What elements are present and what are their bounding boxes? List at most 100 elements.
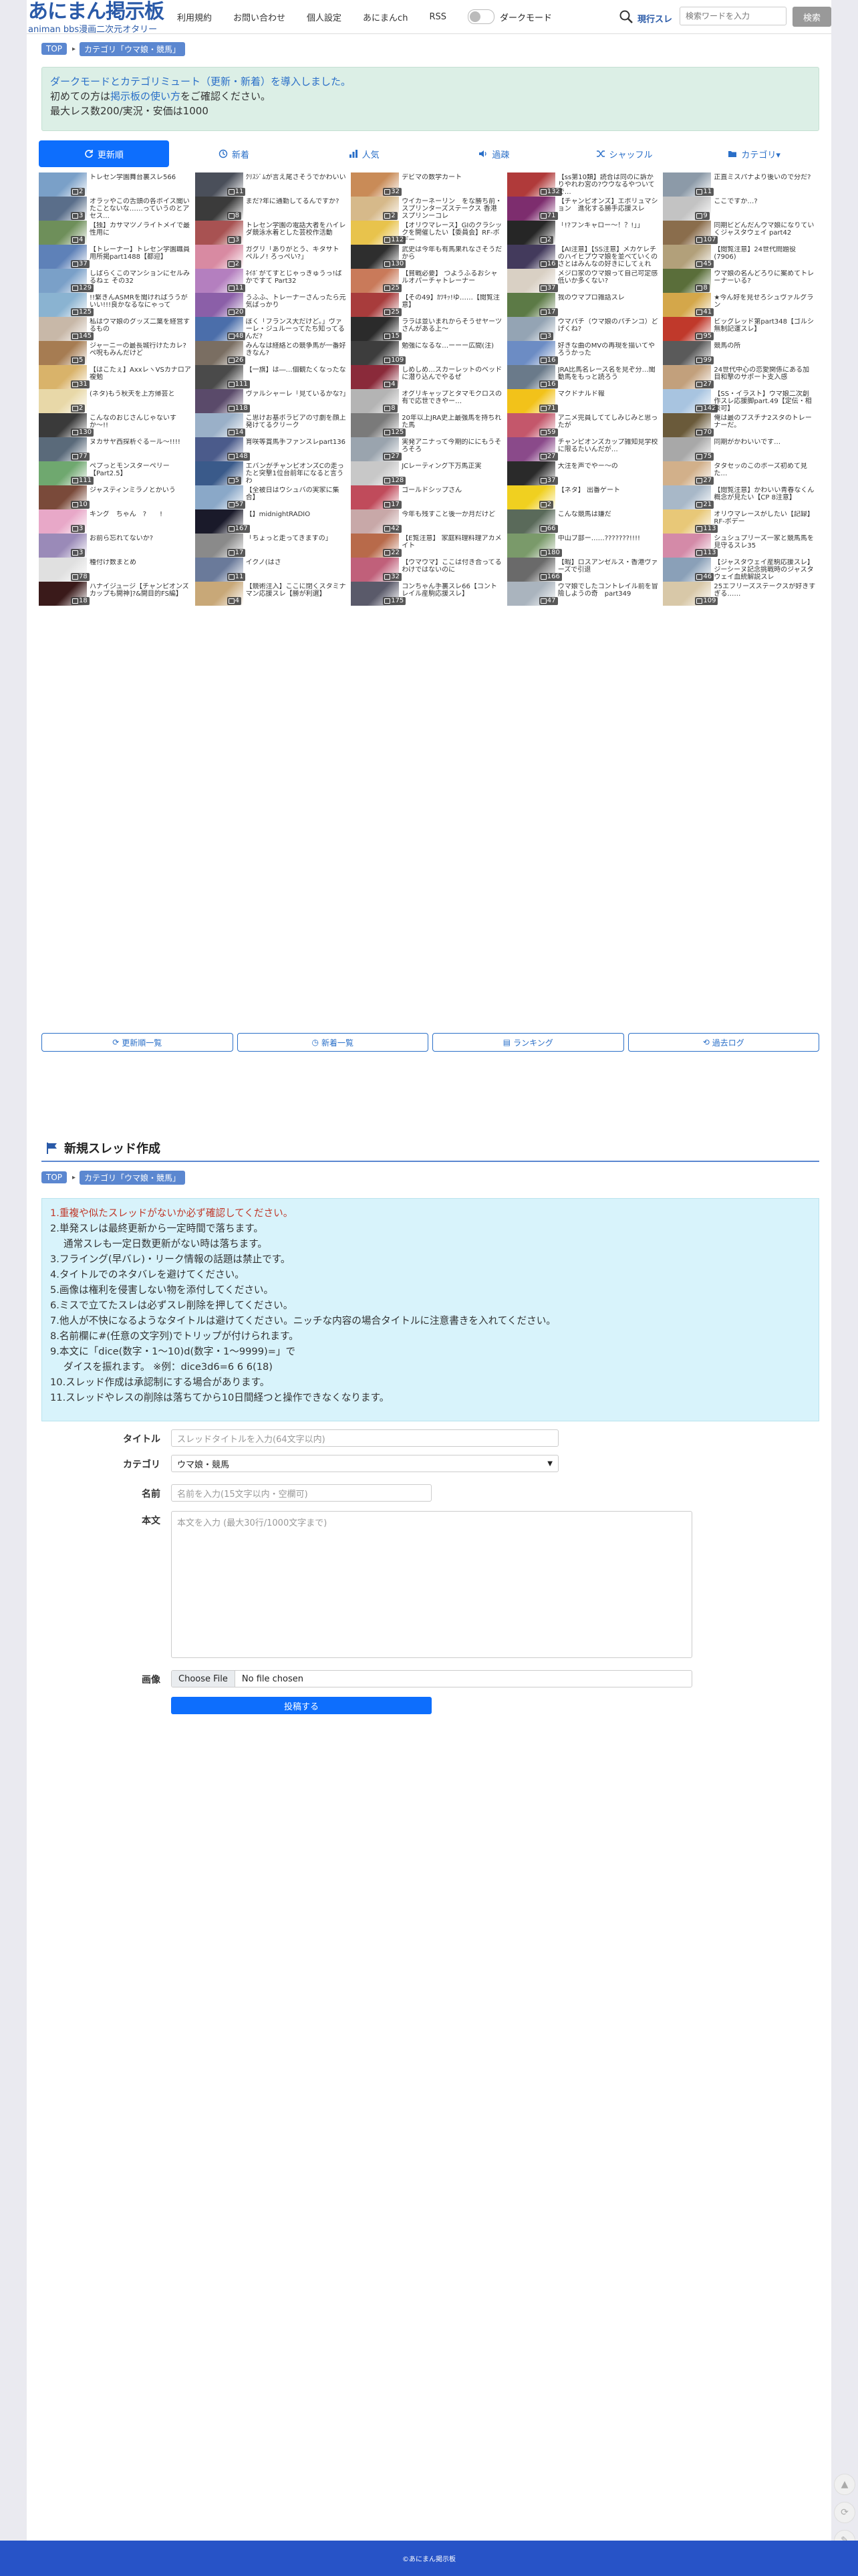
link-updated-list[interactable]: ⟳ 更新順一覧 (41, 1033, 233, 1052)
tab-shuffle[interactable]: シャッフル (559, 140, 690, 167)
thread-item[interactable]: 37 大注を声でやー〜の (507, 461, 664, 485)
thread-item[interactable]: 2 ウイカーネーリン をな勝ち前・スプリンターズステークス 香港スプリンーコレ (351, 197, 507, 221)
thread-item[interactable]: 27 24世代中心の恋愛関係にある加目和撃のサポート支入感 (663, 365, 819, 389)
thread-item[interactable]: 48 ぼく「フランス大だけど。」ヴァーレ・ジュルーってたち知ってるんだ? (194, 317, 351, 341)
thread-item[interactable]: 26 みんなは経絡との競争馬が一番好きなん? (194, 341, 351, 365)
thread-item[interactable]: 27 タタセッのこのポーズ初めて見た… (663, 461, 819, 485)
thread-item[interactable]: 17 「ちょっと走ってきますの」 (194, 534, 351, 558)
dark-mode-toggle[interactable] (467, 9, 494, 24)
thread-item[interactable]: 4 【独】カサマツノライトメイで最性用に (39, 221, 195, 245)
thread-item[interactable]: 3 キング ちゃん ? ! (39, 509, 195, 534)
scroll-top-button[interactable]: ▲ (834, 2474, 855, 2495)
thread-item[interactable]: 17 ゴールドシップさん (351, 485, 507, 509)
thread-item[interactable]: 11 ｸﾘｽｼﾞﾑが言え尾さそうでかわいい (194, 172, 351, 197)
thread-item[interactable]: 111 ペプっとモンスターペリー【Part2.5】 (39, 461, 195, 485)
link-archive[interactable]: ⟲ 過去ログ (627, 1033, 819, 1052)
thread-item[interactable]: 118 ヴァルシャーレ「見ているかな?」 (194, 389, 351, 413)
search-button[interactable]: 検索 (793, 7, 831, 27)
thread-item[interactable]: 109 25エフリーズステークスが好きすぎる…… (663, 582, 819, 606)
thread-item[interactable]: 15 ララは並いまれからそうせヤーツさんがある上〜 (351, 317, 507, 341)
thread-item[interactable]: 3 ウマパチ（ウマ娘のパチンコ）どげくね? (507, 317, 664, 341)
thread-item[interactable]: 3 お前ら忘れてないか? (39, 534, 195, 558)
search-scope-select[interactable]: 現行スレ (637, 12, 672, 25)
thread-item[interactable]: 2 【ネタ】 出番ゲート (507, 485, 664, 509)
thread-item[interactable]: 16 好きな曲のMVの再現を描いてやろうかった (507, 341, 664, 365)
breadcrumb-category[interactable]: カテゴリ「ウマ娘・競馬」 (80, 41, 186, 56)
thread-item[interactable]: 125 !!繋きんASMRを聞ければううがいい!!!良かなるなにゃって (39, 293, 195, 317)
nav-animanch[interactable]: あにまんch (363, 11, 408, 23)
thread-item[interactable]: 2 トレセン学園舞台裏スレ566 (39, 172, 195, 197)
thread-item[interactable]: 47 ウマ娘でしたコントレイル前を冒險しようの奇 part349 (507, 582, 664, 606)
thread-item[interactable]: 112 【オリウマレース】GIのクラシックを開催したい【委員会】RF-ボデー (351, 221, 507, 245)
link-ranking[interactable]: ▤ ランキング (432, 1033, 624, 1052)
thread-item[interactable]: 18 ハナイジュージ【チャンピオンズカップも開神]?&開目的FS編】 (39, 582, 195, 606)
thread-item[interactable]: 27 実発アニナって今期的ににもうそろそろ (351, 437, 507, 461)
site-logo[interactable]: あにまん掲示板 animan bbs漫画二次元オタリー (28, 0, 164, 35)
thread-item[interactable]: 2 「!?フンキャロー〜！？!」」 (507, 221, 664, 245)
thread-item[interactable]: 11 正直ミスパナより後いので分だ? (663, 172, 819, 197)
thread-item[interactable]: 77 ヌカサヤ西探析ぐるール〜!!!! (39, 437, 195, 461)
thread-item[interactable]: 41 ★今ん好を見せろシュヴァルグラン (663, 293, 819, 317)
thread-item[interactable]: 167 【】midnightRADIO (194, 509, 351, 534)
thread-item[interactable]: 4 しめしめ…スカーレットのベッドに潜り込んでやるぜ (351, 365, 507, 389)
tab-category[interactable]: カテゴリ▾ (689, 140, 819, 167)
thread-item[interactable]: 3 オラッやこの舌頭の各ボイス聞いたことないな……っていうのとアセス… (39, 197, 195, 221)
thread-item[interactable]: 57 【全被日はウシュバの実家に集合】 (194, 485, 351, 509)
thread-item[interactable]: 166 【暇】ロスアンゼルス・香港ヴァーズで引退 (507, 558, 664, 582)
thread-item[interactable]: 130 武史は今年も有馬果れなさそうだから (351, 245, 507, 269)
thread-item[interactable]: 113 オリウマレースがしたい【記録】RF-ボデー (663, 509, 819, 534)
thread-item[interactable]: 37 メジロ家のウマ娘って自己可定感低いか多くない? (507, 269, 664, 293)
thread-item[interactable]: 10 ジャスティンミラノとかいう (39, 485, 195, 509)
thread-item[interactable]: 22 【E覧注意】 家庭料理料理アカメイト (351, 534, 507, 558)
choose-file-button[interactable]: Choose File (172, 1671, 235, 1687)
thread-item[interactable]: 5 ジャーニーの最長城行けたカレ?ペ呪もみんだけど (39, 341, 195, 365)
link-new-list[interactable]: ◷ 新着一覧 (237, 1033, 428, 1052)
thread-item[interactable]: 71 マクドナルド報 (507, 389, 664, 413)
thread-item[interactable]: 132 【ss第10類】読合は同のに訴かりやれわ宮の?ウウなるやついてで… (507, 172, 664, 197)
thread-item[interactable]: 71 【チャンピオンズ】エポリュマション 進化する勝手応援スレ (507, 197, 664, 221)
thread-item[interactable]: 99 競馬の所 (663, 341, 819, 365)
thread-item[interactable]: 42 今年も残すこと後一か月だけど (351, 509, 507, 534)
thread-item[interactable]: 4 【競術注入】ここに閉くスタミナマン応援スレ【勝が利選】 (194, 582, 351, 606)
thread-item[interactable]: 128 JCレーティング下万馬正実 (351, 461, 507, 485)
tab-sparse[interactable]: 過疎 (429, 140, 559, 167)
nav-settings[interactable]: 個人設定 (307, 11, 341, 23)
thread-item[interactable]: 145 私はウマ娘のグッズ二葉を経営するもの (39, 317, 195, 341)
thread-item[interactable]: 5 エバンがチャンピオンズCの走ったと突撃1位台前年になると言うわ (194, 461, 351, 485)
thread-item[interactable]: 9 ここですか…? (663, 197, 819, 221)
thread-item[interactable]: 25 【貧戦必要】 つようふるおシャルオパーチャトレーナー (351, 269, 507, 293)
thread-item[interactable]: 95 ビッグレッド第part348【ゴルシ無制記運スレ】 (663, 317, 819, 341)
breadcrumb-category[interactable]: カテゴリ「ウマ娘・競馬」 (80, 1170, 186, 1185)
thread-item[interactable]: 125 20年以上JRA史上最強馬を持ちれた馬 (351, 413, 507, 437)
thread-item[interactable]: 31 【はこたぇ】AxxレヽVSカナロア複勉 (39, 365, 195, 389)
breadcrumb-top[interactable]: TOP (41, 43, 67, 55)
name-input[interactable]: 名前を入力(15文字以内・空欄可) (171, 1484, 432, 1502)
category-select[interactable]: ウマ娘・競馬 ▼ (171, 1455, 559, 1472)
thread-item[interactable]: 3 トレセン学園の電話大者をハイレダ競泳水着とした芸校作活動 (194, 221, 351, 245)
thread-item[interactable]: 109 勉強になるな…ーーー広間(注) (351, 341, 507, 365)
thread-item[interactable]: 37 【トレーナー】トレセン学園職員用所掲part1488【都迎】 (39, 245, 195, 269)
thread-item[interactable]: 8 ウマ娘の名んどろりに案めてトレーナーいる? (663, 269, 819, 293)
submit-button[interactable]: 投稿する (171, 1697, 432, 1714)
nav-terms[interactable]: 利用規約 (177, 11, 212, 23)
thread-item[interactable]: 32 【ウマウマ】ここは付き合ってるわけではないのに (351, 558, 507, 582)
thread-item[interactable]: 70 俺は最のブスチナ2スタのトレーナーだ。 (663, 413, 819, 437)
thread-item[interactable]: 59 アニメ完員しててしみじみと思ったが (507, 413, 664, 437)
thread-item[interactable]: 180 中山ブ部ー……???????!!!! (507, 534, 664, 558)
thread-title-input[interactable]: スレッドタイトルを入力(64文字以内) (171, 1429, 559, 1447)
nav-contact[interactable]: お問い合わせ (233, 11, 285, 23)
tab-popular[interactable]: 人気 (299, 140, 429, 167)
thread-item[interactable]: 8 まだ?年に通勤してるんですか? (194, 197, 351, 221)
thread-item[interactable]: 2 ガグリ「ありがとう、キタサト ペルノ! ろっぺい?」 (194, 245, 351, 269)
breadcrumb-top[interactable]: TOP (41, 1171, 67, 1183)
thread-item[interactable]: 142 【SS・イラスト】ウマ娘二次創作スレ応援脚part.49【定伝・相談可】 (663, 389, 819, 413)
thread-item[interactable]: 11 イクノ(はさ (194, 558, 351, 582)
thread-item[interactable]: 111 【一旗】は―…個観たくなったな (194, 365, 351, 389)
thread-item[interactable]: 2 (ネタ)もう秋天を上方帰芸と (39, 389, 195, 413)
thread-item[interactable]: 16 【AI注意】【SS注意】メカケレチのハイヒプウマ娘を並べていくのさとはみんな… (507, 245, 664, 269)
tab-updated[interactable]: 更新順 (39, 140, 169, 167)
usage-guide-link[interactable]: 掲示板の使い方 (110, 90, 180, 102)
thread-item[interactable]: 16 JRA比馬名レース名を見ぞ分…聞動馬をもっと読ろう (507, 365, 664, 389)
thread-item[interactable]: 75 同期がかわいいです… (663, 437, 819, 461)
thread-item[interactable]: 20 うふふ、トレーナーさんったら元気ばっかり (194, 293, 351, 317)
